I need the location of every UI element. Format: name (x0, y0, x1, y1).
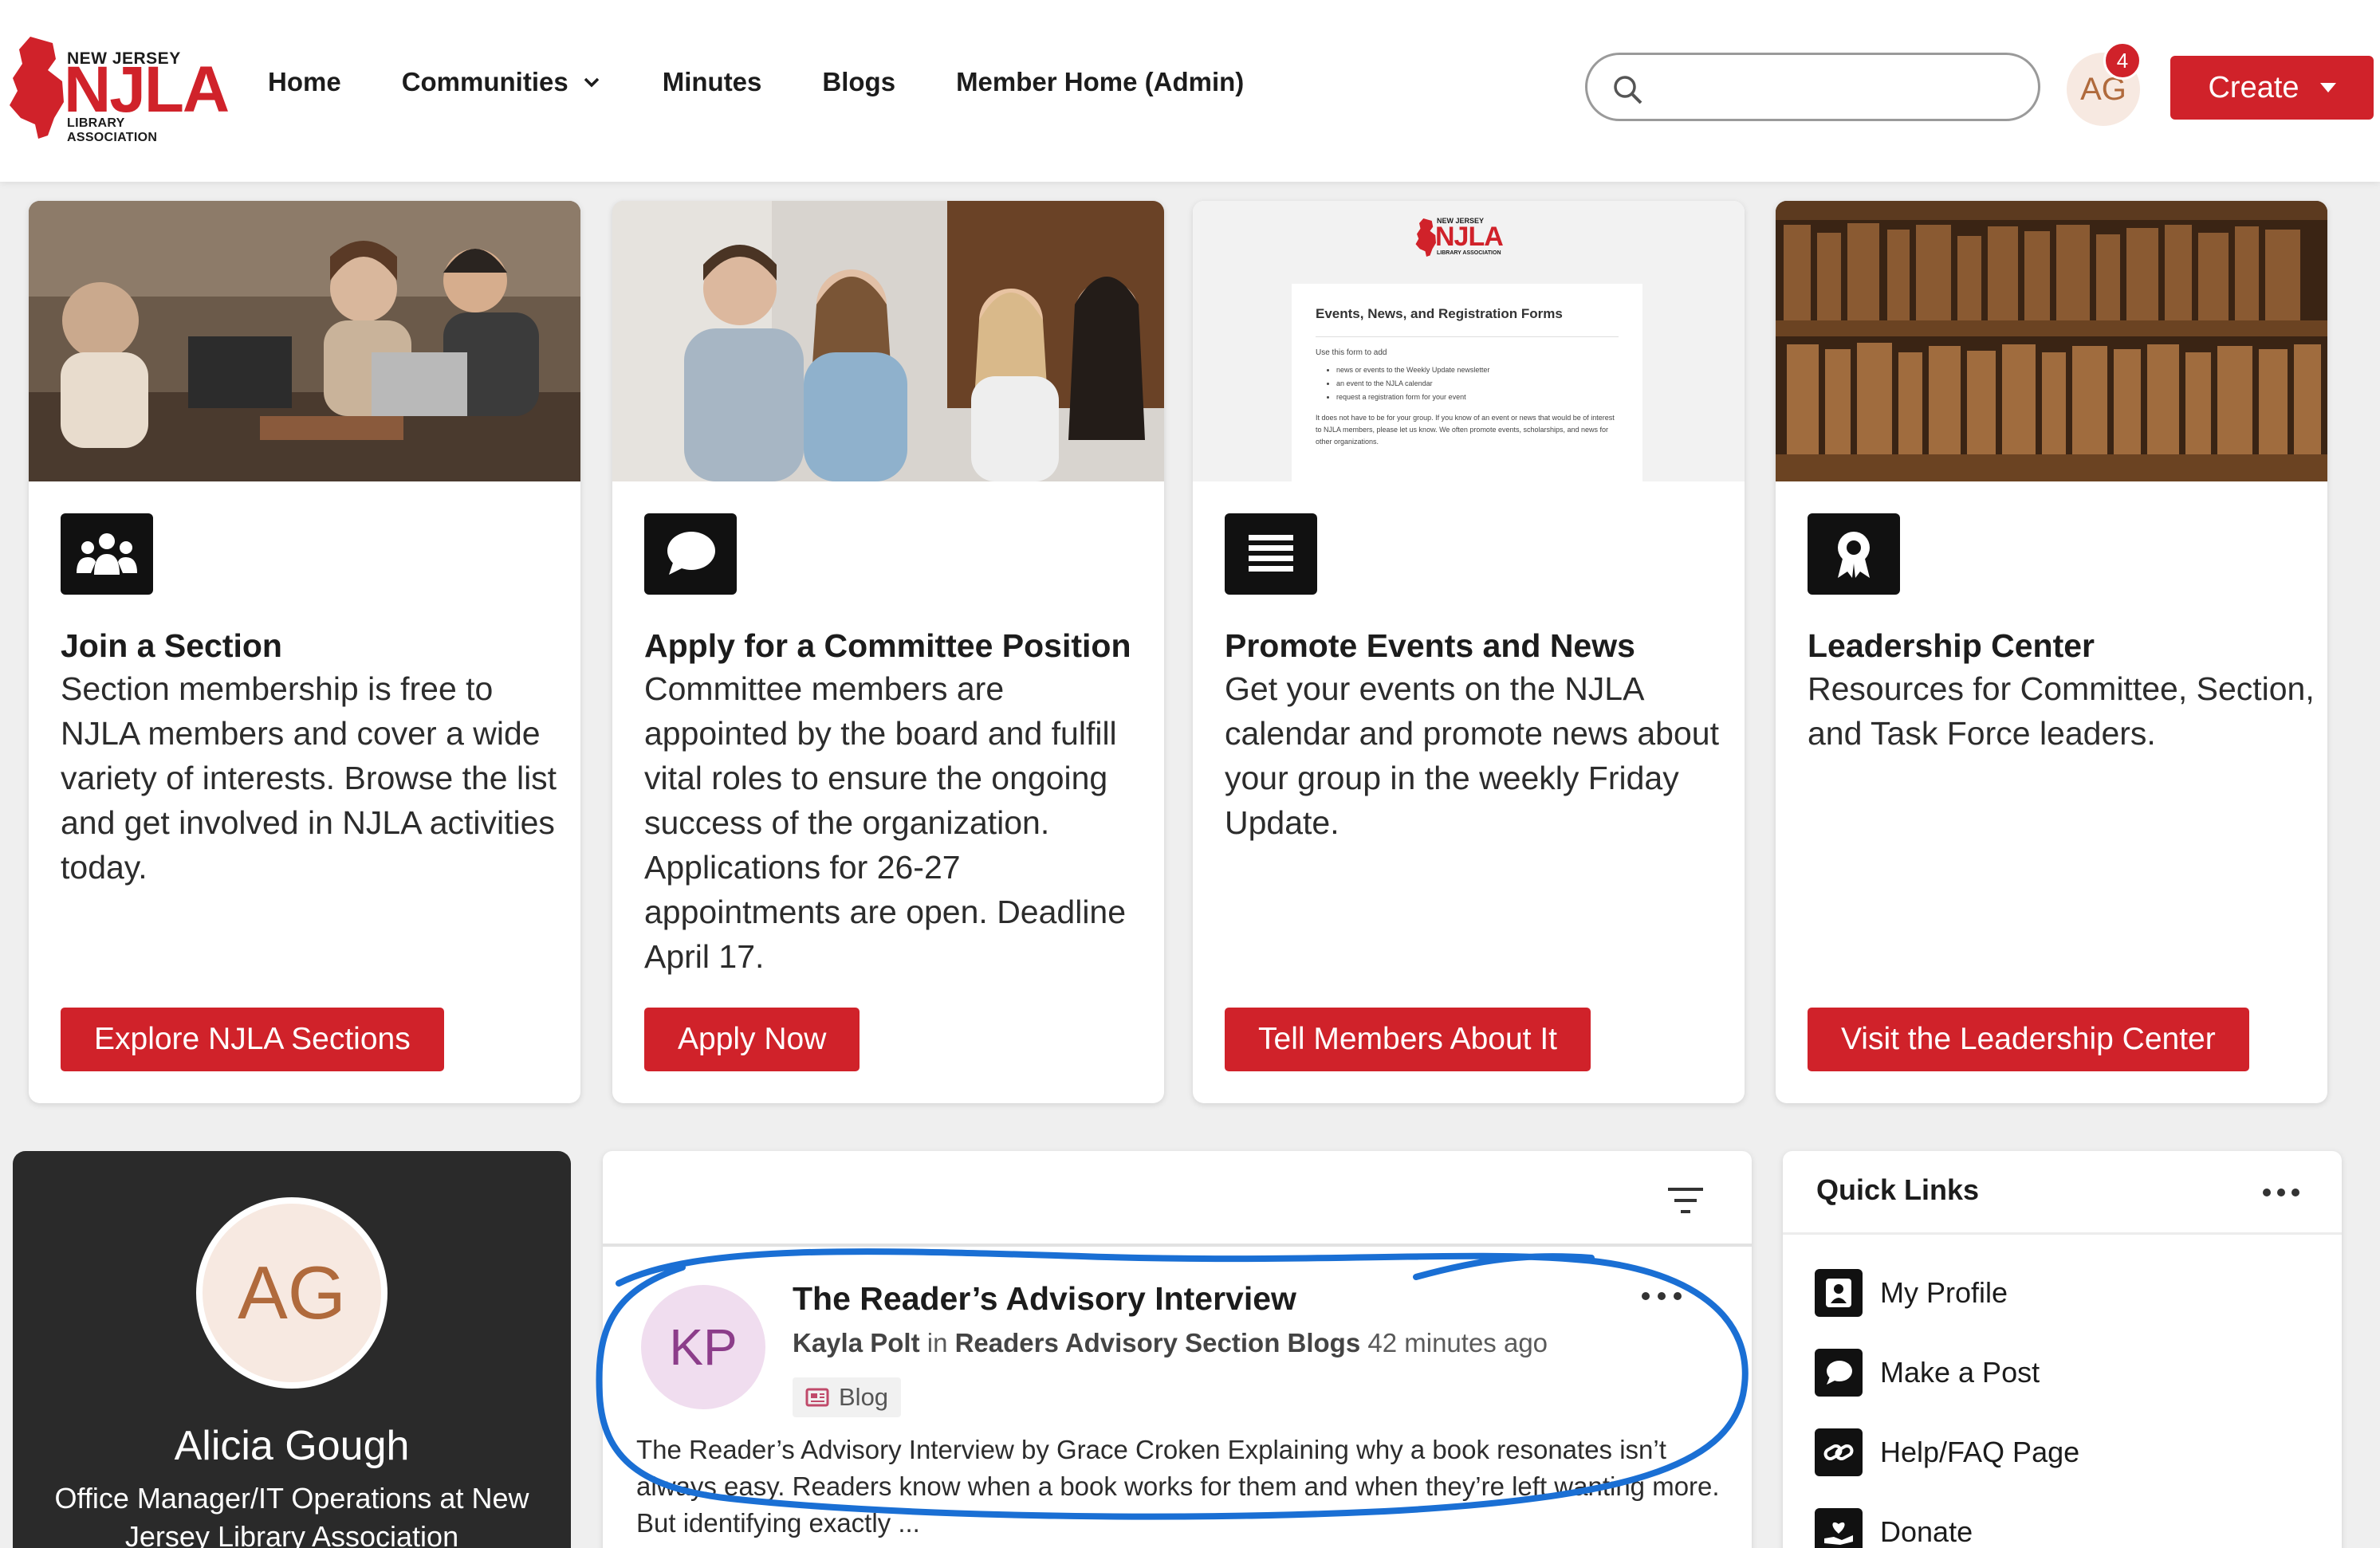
mini-logo-sub: LIBRARY ASSOCIATION (1437, 250, 1501, 256)
profile-role: Office Manager/IT Operations at New Jers… (54, 1482, 529, 1548)
feed-divider (603, 1244, 1752, 1247)
post-meta: Kayla Polt in Readers Advisory Section B… (793, 1328, 1548, 1358)
quick-link-help-faq[interactable]: Help/FAQ Page (1815, 1427, 2079, 1478)
filter-icon[interactable] (1665, 1181, 1706, 1220)
card-text: Section membership is free to NJLA membe… (61, 670, 557, 886)
post-title[interactable]: The Reader’s Advisory Interview (793, 1280, 1296, 1318)
quick-links-title: Quick Links (1816, 1173, 1980, 1206)
new-jersey-state-icon (10, 37, 64, 139)
main-nav: Home Communities Minutes Blogs Member Ho… (268, 67, 1304, 97)
nav-communities[interactable]: Communities (402, 67, 602, 97)
card-photo-group-talking (612, 201, 1164, 481)
card-join-section: Join a Section Section membership is fre… (29, 201, 580, 1103)
visit-leadership-button[interactable]: Visit the Leadership Center (1808, 1008, 2249, 1071)
more-options-icon[interactable] (1639, 1288, 1684, 1304)
mini-logo-main: NJLA (1435, 222, 1504, 252)
speech-bubble-icon (644, 513, 737, 595)
profile-avatar[interactable]: AG (196, 1197, 387, 1389)
top-header: NEW JERSEY NJLA LIBRARY ASSOCIATION Home… (0, 0, 2380, 182)
post-in-label: in (926, 1328, 948, 1357)
people-group-icon (61, 513, 153, 595)
nav-member-home[interactable]: Member Home (Admin) (956, 67, 1244, 97)
card-photo-events-form-preview: NEW JERSEY NJLA LIBRARY ASSOCIATION Even… (1193, 201, 1745, 481)
apply-now-button[interactable]: Apply Now (644, 1008, 860, 1071)
quick-links-panel: Quick Links My Profile Make a Post Help/… (1783, 1151, 2342, 1548)
quick-link-label: Donate (1880, 1515, 1973, 1548)
card-title: Promote Events and News (1225, 627, 1635, 664)
list-lines-icon (1225, 513, 1317, 595)
quick-link-label: Help/FAQ Page (1880, 1436, 2080, 1468)
logo-main-text: NJLA (64, 53, 230, 126)
card-title: Leadership Center (1808, 627, 2095, 664)
form-preview: Events, News, and Registration Forms Use… (1292, 284, 1642, 481)
post-excerpt: The Reader’s Advisory Interview by Grace… (636, 1435, 1720, 1538)
caret-down-icon (2319, 83, 2336, 92)
more-options-icon[interactable] (2261, 1186, 2301, 1199)
search-icon (1614, 76, 1642, 104)
speech-bubble-icon (1815, 1349, 1863, 1397)
quick-link-label: Make a Post (1880, 1356, 2040, 1389)
card-committee-position: Apply for a Committee Position Committee… (612, 201, 1164, 1103)
post-tag[interactable]: Blog (793, 1377, 902, 1417)
card-text: Resources for Committee, Section, and Ta… (1808, 670, 2315, 752)
post-group[interactable]: Readers Advisory Section Blogs (955, 1328, 1361, 1357)
form-preview-bullet: news or events to the Weekly Update news… (1336, 363, 1619, 377)
logo-sub-text: LIBRARY ASSOCIATION (67, 116, 158, 144)
quick-link-my-profile[interactable]: My Profile (1815, 1267, 2008, 1318)
notification-badge[interactable]: 4 (2103, 41, 2142, 80)
chevron-down-icon (584, 77, 599, 88)
link-icon (1815, 1428, 1863, 1476)
post-tag-label: Blog (839, 1383, 889, 1411)
post-author-avatar[interactable]: KP (641, 1285, 765, 1409)
hand-heart-icon (1815, 1508, 1863, 1548)
create-button-label: Create (2208, 70, 2299, 104)
activity-feed: KP The Reader’s Advisory Interview Kayla… (603, 1151, 1752, 1548)
post-author[interactable]: Kayla Polt (793, 1328, 920, 1357)
form-preview-intro: Use this form to add (1316, 348, 1387, 357)
create-button[interactable]: Create (2170, 56, 2374, 120)
form-preview-bullet: request a registration form for your eve… (1336, 391, 1619, 404)
nav-home[interactable]: Home (268, 67, 341, 97)
card-text: Get your events on the NJLA calendar and… (1225, 670, 1719, 841)
nav-communities-label: Communities (401, 67, 568, 96)
profile-name[interactable]: Alicia Gough (13, 1422, 571, 1470)
nav-minutes[interactable]: Minutes (663, 67, 762, 97)
card-photo-students-laptops (29, 201, 580, 481)
nav-blogs[interactable]: Blogs (822, 67, 895, 97)
form-preview-heading: Events, News, and Registration Forms (1316, 306, 1563, 321)
tell-members-button[interactable]: Tell Members About It (1225, 1008, 1591, 1071)
card-promote-events: NEW JERSEY NJLA LIBRARY ASSOCIATION Even… (1193, 201, 1745, 1103)
search-box[interactable] (1585, 53, 2040, 121)
quick-link-label: My Profile (1880, 1276, 2008, 1309)
quick-link-donate[interactable]: Donate (1815, 1507, 1973, 1548)
card-text: Committee members are appointed by the b… (644, 670, 1127, 975)
quick-link-make-post[interactable]: Make a Post (1815, 1347, 2040, 1398)
njla-logo[interactable]: NEW JERSEY NJLA LIBRARY ASSOCIATION (6, 33, 230, 144)
explore-sections-button[interactable]: Explore NJLA Sections (61, 1008, 444, 1071)
search-input[interactable] (1656, 66, 2023, 109)
card-title: Join a Section (61, 627, 282, 664)
form-preview-bullet: an event to the NJLA calendar (1336, 377, 1619, 391)
card-title: Apply for a Committee Position (644, 627, 1131, 664)
post-time: 42 minutes ago (1367, 1328, 1548, 1357)
quick-links-divider (1783, 1232, 2342, 1235)
award-ribbon-icon (1808, 513, 1900, 595)
card-photo-bookshelf (1776, 201, 2327, 481)
profile-card: AG Alicia Gough Office Manager/IT Operat… (13, 1151, 571, 1548)
form-preview-note: It does not have to be for your group. I… (1316, 414, 1615, 446)
newspaper-icon (805, 1388, 829, 1407)
card-leadership-center: Leadership Center Resources for Committe… (1776, 201, 2327, 1103)
profile-card-icon (1815, 1269, 1863, 1317)
